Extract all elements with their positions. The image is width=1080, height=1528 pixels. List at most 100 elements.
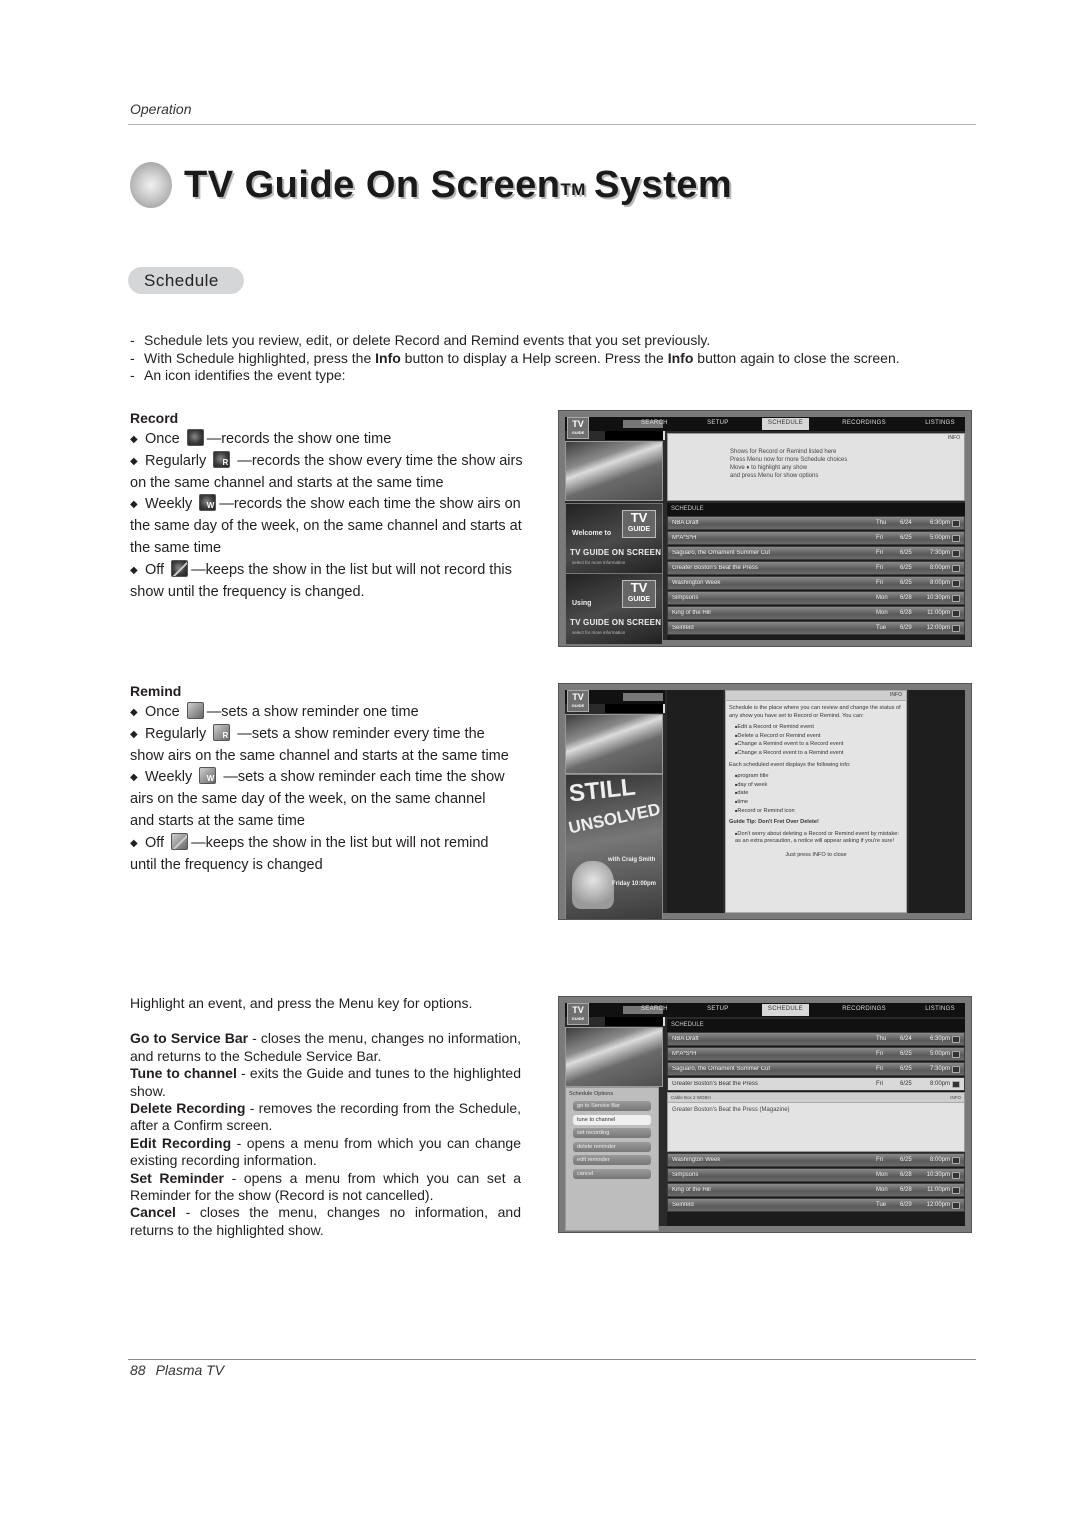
schedule-list: NBA Draft Thu 6/24 6:30pm M*A*S*H Fri 6/25 5:00…: [667, 516, 965, 640]
schedule-row[interactable]: Simpsons Mon 6/28 10:30pm: [667, 1167, 965, 1183]
row-date: 6/24: [900, 1036, 912, 1043]
item-label: Off: [145, 561, 165, 578]
intro-item: - An icon identifies the event type:: [130, 367, 346, 383]
row-time: 5:00pm: [929, 1051, 950, 1058]
tab-recordings[interactable]: RECORDINGS: [836, 418, 892, 430]
row-date: 6/25: [900, 1081, 912, 1088]
row-day: Thu: [876, 1036, 887, 1043]
item-label: Regularly: [145, 452, 207, 469]
row-title: Seinfeld: [672, 625, 694, 632]
schedule-row[interactable]: Washington Week Fri 6/25 8:00pm: [667, 575, 965, 591]
remind-regularly-icon: R: [213, 723, 231, 741]
tab-search[interactable]: SEARCH: [635, 418, 674, 430]
title-main: TV Guide On Screen: [184, 163, 561, 206]
info-keyword: Info: [375, 349, 401, 366]
schedule-row[interactable]: NBA Draft Thu 6/24 6:30pm: [667, 516, 965, 531]
row-day: Thu: [876, 520, 887, 527]
options-menu-item[interactable]: set recording: [573, 1128, 651, 1138]
schedule-row[interactable]: Simpsons Mon 6/28 10:30pm: [667, 590, 965, 606]
schedule-options-menu: Schedule Options go to Service Bar tune to…: [565, 1087, 659, 1231]
record-item-once: ◆ Once —records the show one time: [130, 429, 392, 447]
row-date: 6/25: [900, 565, 912, 572]
tab-listings[interactable]: LISTINGS: [919, 418, 961, 430]
remind-heading: Remind: [130, 683, 182, 699]
row-title: Simpsons: [672, 595, 699, 602]
event-type-icon: [952, 1035, 960, 1043]
row-time: 12:00pm: [926, 625, 950, 632]
intro-list: - Schedule lets you review, edit, or dele…: [130, 332, 900, 385]
row-day: Mon: [876, 1172, 888, 1179]
options-menu-item[interactable]: go to Service Bar: [573, 1101, 651, 1111]
tab-schedule[interactable]: SCHEDULE: [761, 1004, 809, 1016]
guide-tabs: SEARCH SETUP SCHEDULE RECORDINGS LISTING…: [635, 1004, 961, 1016]
options-menu-item[interactable]: tune to channel: [573, 1114, 651, 1125]
record-heading: Record: [130, 410, 179, 426]
schedule-row[interactable]: King of the Hill Mon 6/28 11:00pm: [667, 605, 965, 621]
row-title: M*A*S*H: [672, 535, 697, 542]
schedule-row[interactable]: Greater Boston's Beat the Press Fri 6/25 8:…: [667, 560, 965, 576]
row-time: 11:00pm: [927, 1187, 950, 1194]
trademark: TM: [560, 179, 586, 199]
row-day: Fri: [876, 1081, 883, 1088]
schedule-row[interactable]: Seinfeld Tue 6/29 12:00pm: [667, 1197, 965, 1213]
schedule-row[interactable]: Washington Week Fri 6/25 8:00pm: [667, 1153, 965, 1168]
promo-welcome[interactable]: TV GUIDE Welcome to TV GUIDE ON SCREEN se…: [565, 503, 663, 575]
remind-weekly-icon: W: [199, 767, 217, 785]
row-date: 6/25: [900, 535, 912, 542]
row-date: 6/28: [900, 1172, 912, 1179]
schedule-row[interactable]: Greater Boston's Beat the Press Fri 6/25 8:…: [667, 1076, 965, 1092]
menu-term: Cancel: [130, 1204, 176, 1221]
info-icon[interactable]: INFO: [948, 435, 960, 441]
row-time: 8:00pm: [929, 1081, 950, 1088]
promo-poster[interactable]: STILL UNSOLVED with Craig Smith Friday 1…: [565, 774, 663, 919]
options-menu-item[interactable]: edit reminder: [573, 1155, 651, 1165]
event-type-icon: [952, 564, 960, 572]
guide-tabs: SEARCH SETUP SCHEDULE RECORDINGS LISTING…: [635, 418, 961, 430]
info-icon[interactable]: INFO: [890, 692, 902, 700]
event-type-icon: [952, 1050, 960, 1058]
help-panel: INFO Shows for Record or Remind listed h…: [667, 433, 965, 501]
item-label: Weekly: [145, 769, 193, 786]
row-day: Fri: [876, 580, 883, 587]
schedule-row[interactable]: Seinfeld Tue 6/29 12:00pm: [667, 620, 965, 636]
event-type-icon: [952, 1156, 960, 1164]
schedule-row[interactable]: King of the Hill Mon 6/28 11:00pm: [667, 1182, 965, 1198]
schedule-row[interactable]: M*A*S*H Fri 6/25 5:00pm: [667, 530, 965, 546]
info-keyword: Info: [667, 349, 694, 366]
options-menu-item[interactable]: cancel: [573, 1168, 651, 1179]
options-menu-item[interactable]: delete reminder: [573, 1141, 651, 1152]
schedule-row[interactable]: Saguaro, the Ornament Summer Cut Fri 6/25 7…: [667, 545, 965, 561]
remind-item-once: ◆ Once —sets a show reminder one time: [130, 702, 419, 720]
tab-listings[interactable]: LISTINGS: [919, 1004, 961, 1016]
tab-search[interactable]: SEARCH: [635, 1004, 674, 1016]
page-footer: 88 Plasma TV: [130, 1362, 234, 1378]
row-date: 6/28: [900, 610, 912, 617]
schedule-list-top: NBA Draft Thu 6/24 6:30pm M*A*S*H Fri 6/25 5:00…: [667, 1032, 965, 1092]
intro-text: Schedule lets you review, edit, or delet…: [144, 332, 711, 348]
row-title: Simpsons: [672, 1172, 699, 1179]
tab-setup[interactable]: SETUP: [701, 418, 735, 430]
tv-guide-logo: TV GUIDE: [567, 417, 589, 439]
row-title: Saguaro, the Ornament Summer Cut: [672, 550, 771, 557]
menu-help-item: Go to Service Bar - closes the menu, cha…: [130, 1030, 521, 1065]
remind-item-weekly: ◆ Weekly W —sets a show reminder each tim…: [130, 767, 505, 829]
tab-schedule[interactable]: SCHEDULE: [761, 418, 809, 430]
record-regularly-icon: R: [213, 450, 231, 468]
remind-once-icon: [186, 702, 204, 719]
row-time: 6:30pm: [929, 1036, 950, 1043]
intro-text: With Schedule highlighted, press the: [144, 349, 376, 366]
schedule-row[interactable]: NBA Draft Thu 6/24 6:30pm: [667, 1032, 965, 1047]
schedule-row[interactable]: Saguaro, the Ornament Summer Cut Fri 6/25 7…: [667, 1061, 965, 1077]
promo-using[interactable]: TV GUIDE Using TV GUIDE ON SCREEN select …: [565, 573, 663, 645]
record-section: Record ◆ Once —records the show one time …: [130, 408, 534, 603]
remind-item-regularly: ◆ Regularly R —sets a show reminder every…: [130, 723, 509, 764]
header-divider: [128, 124, 976, 125]
menu-help-item: Tune to channel - exits the Guide and tu…: [130, 1065, 521, 1100]
tab-setup[interactable]: SETUP: [701, 1004, 735, 1016]
title-suffix: System: [593, 163, 733, 206]
help-screen: INFO Schedule is the place where you can…: [725, 690, 907, 913]
menu-term: Edit Recording: [130, 1134, 232, 1151]
schedule-row[interactable]: M*A*S*H Fri 6/25 5:00pm: [667, 1046, 965, 1062]
info-icon[interactable]: INFO: [950, 1095, 961, 1100]
tab-recordings[interactable]: RECORDINGS: [836, 1004, 892, 1016]
